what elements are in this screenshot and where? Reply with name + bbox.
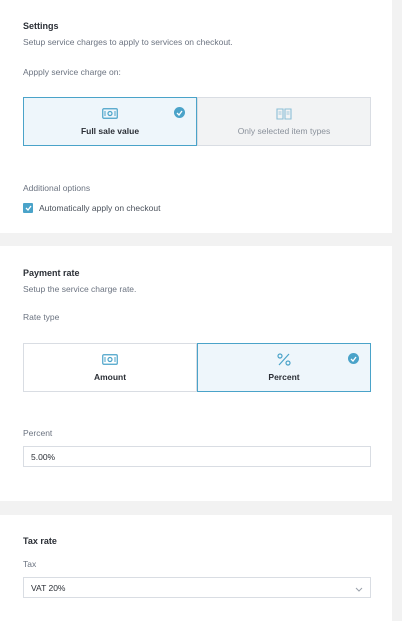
option-label: Full sale value: [80, 126, 140, 136]
tax-select[interactable]: VAT 20%: [23, 577, 371, 598]
option-label: Amount: [93, 372, 127, 382]
tax-value: VAT 20%: [31, 582, 66, 593]
tax-label: Tax: [23, 559, 37, 569]
money-icon: [101, 107, 119, 120]
option-amount[interactable]: Amount: [23, 343, 197, 392]
option-label: Only selected item types: [237, 126, 331, 136]
percent-label: Percent: [23, 428, 53, 438]
apply-on-options: Full sale value Only selected item types: [23, 97, 371, 146]
rate-type-label: Rate type: [23, 312, 60, 322]
auto-apply-label[interactable]: Automatically apply on checkout: [39, 203, 160, 213]
option-full-sale-value[interactable]: Full sale value: [23, 97, 197, 146]
check-icon: [348, 353, 359, 364]
book-icon: [275, 107, 293, 120]
percent-icon: [275, 353, 293, 366]
option-selected-item-types[interactable]: Only selected item types: [197, 97, 371, 146]
chevron-down-icon: [355, 584, 363, 594]
percent-input[interactable]: 5.00%: [23, 446, 371, 467]
settings-subtitle: Setup service charges to apply to servic…: [23, 37, 233, 47]
tax-title: Tax rate: [23, 536, 57, 546]
percent-value: 5.00%: [31, 451, 56, 462]
settings-card: Settings Setup service charges to apply …: [0, 0, 392, 233]
payment-subtitle: Setup the service charge rate.: [23, 284, 137, 294]
apply-on-label: Appply service charge on:: [23, 67, 121, 77]
check-icon: [174, 107, 185, 118]
rate-type-options: Amount Percent: [23, 343, 371, 392]
payment-rate-card: Payment rate Setup the service charge ra…: [0, 246, 392, 501]
additional-options-label: Additional options: [23, 183, 91, 193]
auto-apply-checkbox[interactable]: [23, 203, 33, 213]
payment-title: Payment rate: [23, 268, 80, 278]
money-icon: [101, 353, 119, 366]
option-label: Percent: [268, 372, 300, 382]
settings-title: Settings: [23, 21, 59, 31]
option-percent[interactable]: Percent: [197, 343, 371, 392]
tax-rate-card: Tax rate Tax VAT 20%: [0, 515, 392, 621]
